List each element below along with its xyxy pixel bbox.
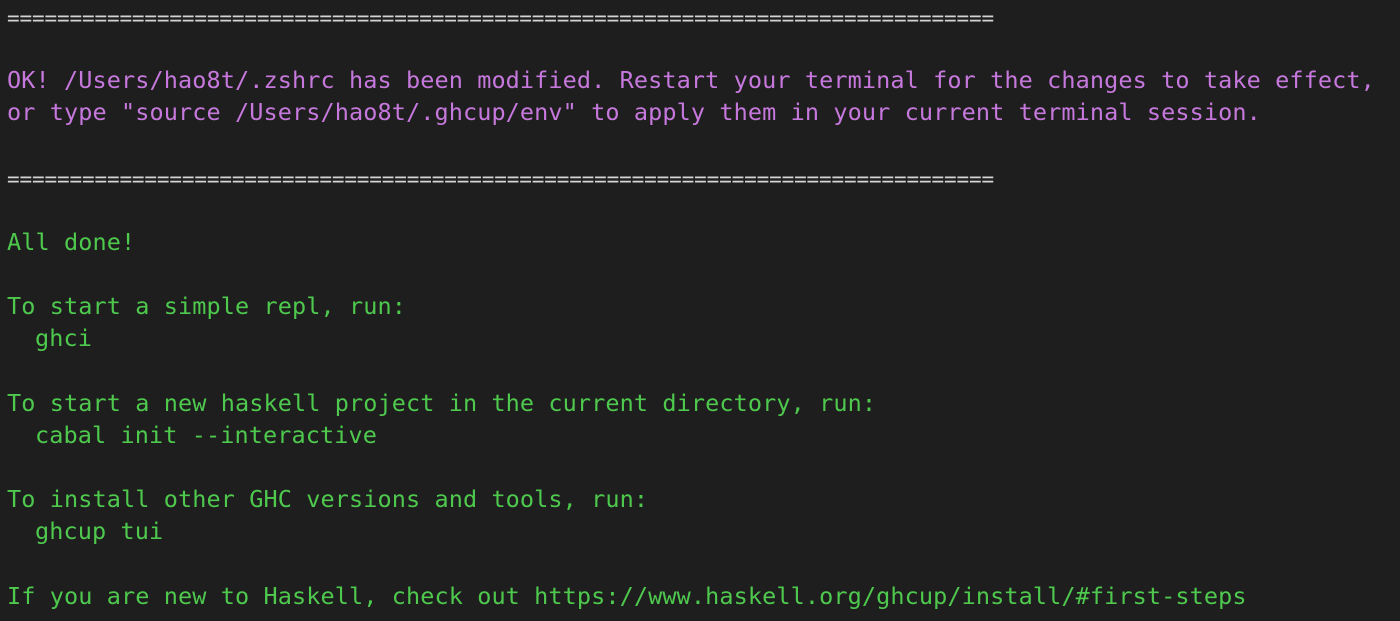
tools-command: ghcup tui <box>35 517 164 545</box>
repl-command: ghci <box>35 324 92 352</box>
project-instruction: To start a new haskell project in the cu… <box>7 389 877 417</box>
first-steps-link-line: If you are new to Haskell, check out htt… <box>7 582 1247 610</box>
terminal-window[interactable]: ========================================… <box>0 0 1400 621</box>
zshrc-notice-line-1: OK! /Users/hao8t/.zshrc has been modifie… <box>7 66 1375 94</box>
zshrc-notice-line-2: or type "source /Users/hao8t/.ghcup/env"… <box>7 98 1261 126</box>
tools-instruction: To install other GHC versions and tools,… <box>7 485 649 513</box>
project-command: cabal init --interactive <box>35 421 377 449</box>
separator-line-top: ========================================… <box>7 6 994 30</box>
separator-line-bottom: ========================================… <box>7 167 994 191</box>
repl-instruction: To start a simple repl, run: <box>7 292 406 320</box>
all-done-message: All done! <box>7 228 136 256</box>
